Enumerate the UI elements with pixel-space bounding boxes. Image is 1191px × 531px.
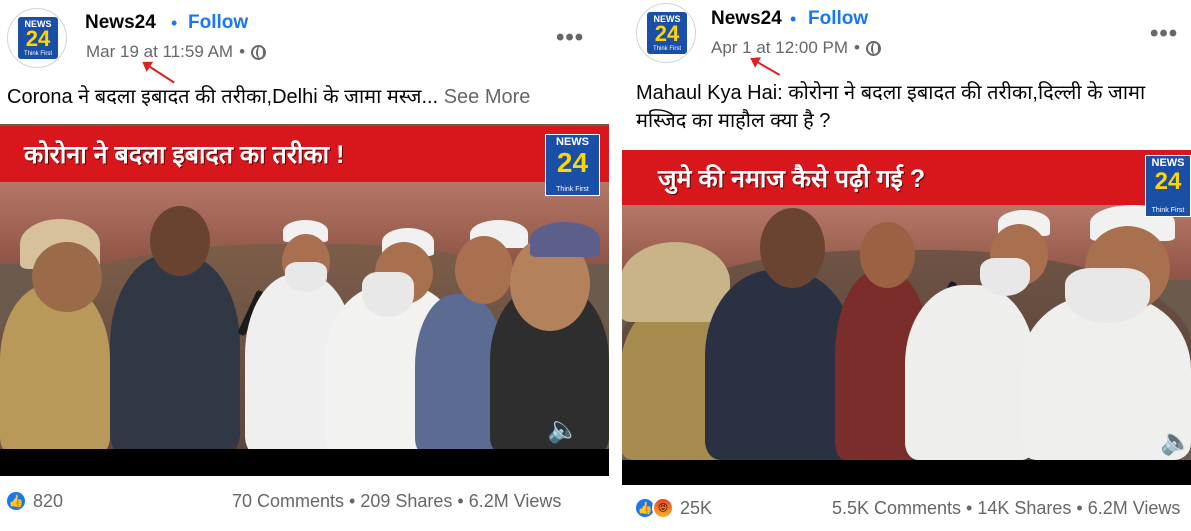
post-caption: Mahaul Kya Hai: कोरोना ने बदला इबादत की …: [636, 79, 1191, 135]
post-meta: Mar 19 at 11:59 AM •: [86, 42, 267, 62]
meta-separator: •: [854, 38, 860, 57]
reporter: [110, 254, 240, 454]
video-banner: कोरोना ने बदला इबादत का तरीका !: [0, 126, 609, 182]
elder-beard: [362, 272, 414, 317]
left-post: NEWS 24 Think First News24 • Follow Mar …: [0, 0, 614, 531]
caption-line-1: Mahaul Kya Hai: कोरोना ने बदला इबादत की …: [636, 82, 1146, 104]
person-head: [32, 242, 102, 312]
name-separator: •: [171, 13, 178, 33]
video-bottom-bar: [622, 460, 1191, 485]
person-cap: [622, 242, 730, 322]
news24-logo: NEWS 24 Think First: [18, 17, 58, 59]
page-avatar[interactable]: NEWS 24 Think First: [636, 3, 696, 63]
page-name[interactable]: News24: [711, 8, 782, 30]
video-banner: जुमे की नमाज कैसे पढ़ी गई ?: [622, 150, 1191, 205]
video-player[interactable]: जुमे की नमाज कैसे पढ़ी गई ? NEWS 24 Thin…: [622, 150, 1191, 485]
post-caption: Corona ने बदला इबादत की तरीका,Delhi के ज…: [7, 83, 607, 111]
timestamp-link[interactable]: Apr 1 at 12:00 PM: [711, 38, 848, 58]
name-separator: •: [790, 9, 797, 29]
news24-logo: NEWS 24 Think First: [647, 12, 687, 54]
angry-icon: 😡: [652, 497, 674, 519]
follow-button[interactable]: Follow: [808, 8, 868, 30]
right-beard: [1065, 268, 1150, 323]
channel-logo: NEWS 24 Think First: [1145, 155, 1191, 217]
like-icon: 👍: [5, 490, 27, 512]
engagement-stats[interactable]: 70 Comments • 209 Shares • 6.2M Views: [232, 491, 561, 512]
video-player[interactable]: कोरोना ने बदला इबादत का तरीका ! NEWS 24 …: [0, 124, 609, 476]
meta-separator: •: [239, 42, 246, 61]
reporter: [705, 270, 855, 460]
reaction-count: 25K: [680, 497, 713, 518]
caption-line-2: मस्जिद का माहौल क्या है ?: [636, 110, 831, 132]
engagement-stats[interactable]: 5.5K Comments • 14K Shares • 6.2M Views: [832, 498, 1180, 519]
banner-text: कोरोना ने बदला इबादत का तरीका !: [24, 141, 345, 169]
speaker-icon[interactable]: 🔈: [1160, 426, 1191, 457]
timestamp-link[interactable]: Mar 19 at 11:59 AM: [86, 42, 233, 62]
reporter-head: [150, 206, 210, 276]
see-more-link[interactable]: See More: [444, 86, 531, 108]
reaction-count: 820: [33, 490, 64, 511]
globe-icon: [865, 40, 881, 56]
reactions-summary[interactable]: 👍 820: [5, 490, 63, 512]
follow-button[interactable]: Follow: [188, 12, 248, 34]
reporter-head: [760, 208, 825, 288]
banner-text: जुमे की नमाज कैसे पढ़ी गई ?: [658, 164, 926, 193]
channel-logo: NEWS 24 Think First: [545, 134, 600, 196]
caption-text: Corona ने बदला इबादत की तरीका,Delhi के ज…: [7, 86, 439, 108]
page-avatar[interactable]: NEWS 24 Think First: [7, 8, 67, 68]
post-divider: [614, 0, 622, 531]
right-post: NEWS 24 Think First News24 • Follow Apr …: [622, 0, 1191, 531]
post-meta: Apr 1 at 12:00 PM •: [711, 38, 881, 58]
elder-speaking: [905, 285, 1035, 460]
white-beard: [285, 262, 327, 292]
annotation-arrow: [143, 62, 175, 84]
video-bottom-bar: [0, 449, 609, 476]
right-cap: [530, 222, 600, 257]
maroon-head: [860, 222, 915, 288]
young-head: [455, 236, 513, 304]
page-name[interactable]: News24: [85, 12, 156, 34]
speaker-icon[interactable]: 🔈: [547, 414, 579, 445]
elder-beard: [980, 258, 1030, 296]
more-options-icon[interactable]: •••: [1150, 20, 1178, 48]
globe-icon: [251, 44, 267, 60]
more-options-icon[interactable]: •••: [556, 24, 584, 52]
reactions-summary[interactable]: 👍 😡 25K: [634, 497, 712, 519]
annotation-arrow: [751, 58, 781, 76]
